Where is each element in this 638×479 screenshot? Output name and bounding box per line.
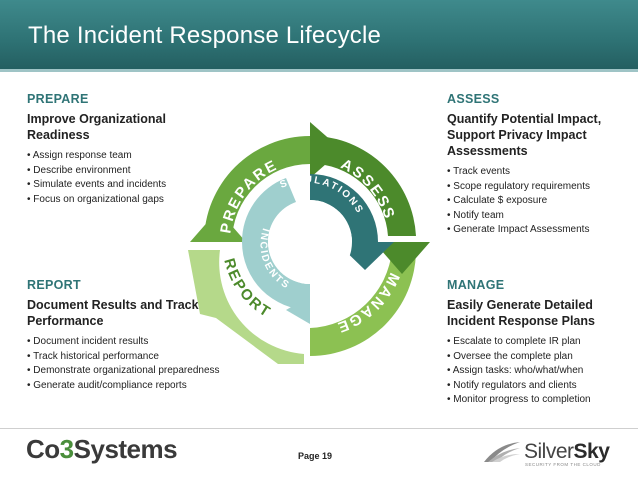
list-item: Track events [447,165,632,180]
footer-divider [0,428,638,429]
list-item: Notify team [447,209,632,224]
manage-heading: MANAGE [447,278,505,292]
manage-list: Escalate to complete IR plan Oversee the… [447,335,632,408]
page-number: Page 19 [298,451,333,461]
center-hub [268,200,352,284]
assess-section: ASSESS Quantify Potential Impact, Suppor… [447,92,632,238]
assess-arrow [310,122,342,178]
lifecycle-diagram: PREPARE ASSESS MANAGE REPORT SIMULATIONS… [188,122,430,364]
silversky-tagline: SECURITY FROM THE CLOUD [525,462,601,467]
list-item: Assign tasks: who/what/when [447,364,632,379]
co3systems-logo: Co3Systems [26,434,178,464]
manage-section: MANAGE Easily Generate Detailed Incident… [447,278,632,408]
list-item: Monitor progress to completion [447,393,632,408]
silversky-wordmark: SilverSky [524,440,610,463]
manage-subtitle: Easily Generate Detailed Incident Respon… [447,298,595,328]
list-item: Notify regulators and clients [447,379,632,394]
list-item: Calculate $ exposure [447,194,632,209]
list-item: Oversee the complete plan [447,350,632,365]
list-item: Generate audit/compliance reports [27,379,227,394]
title-divider [0,69,638,72]
title-bar: The Incident Response Lifecycle [0,0,638,69]
silversky-swoosh-icon [484,442,520,462]
assess-list: Track events Scope regulatory requiremen… [447,165,632,238]
assess-heading: ASSESS [447,92,500,106]
list-item: Scope regulatory requirements [447,180,632,195]
assess-subtitle: Quantify Potential Impact, Support Priva… [447,112,602,158]
list-item: Demonstrate organizational preparedness [27,364,227,379]
prepare-heading: PREPARE [27,92,89,106]
page-title: The Incident Response Lifecycle [28,22,382,49]
silversky-logo: SilverSky SECURITY FROM THE CLOUD [482,440,610,470]
list-item: Escalate to complete IR plan [447,335,632,350]
list-item: Generate Impact Assessments [447,223,632,238]
